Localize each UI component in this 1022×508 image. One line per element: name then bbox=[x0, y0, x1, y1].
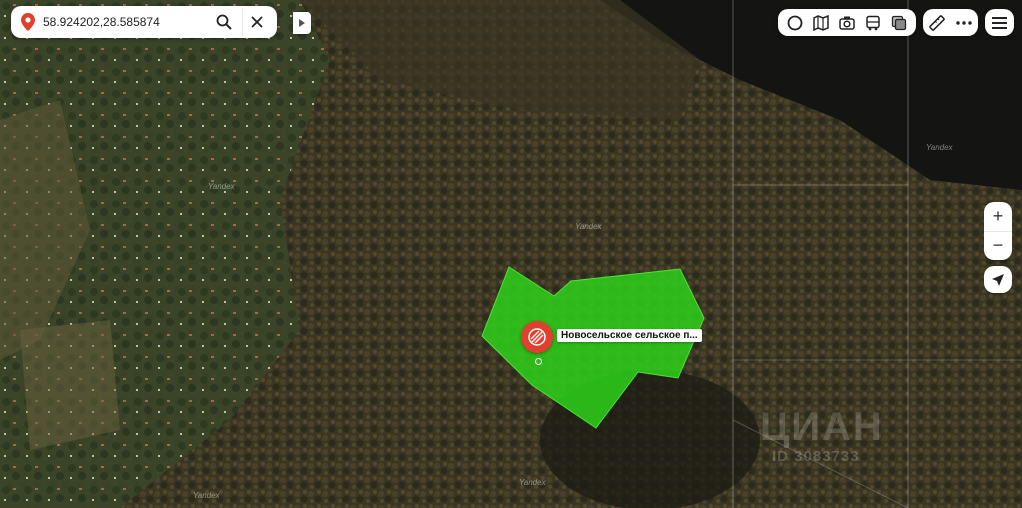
photos-button[interactable] bbox=[839, 15, 855, 31]
map-layers-toolbar bbox=[778, 9, 916, 36]
layer-copy-button[interactable] bbox=[891, 15, 907, 31]
search-bar: 58.924202,28.585874 bbox=[11, 6, 277, 38]
location-pin-icon bbox=[21, 13, 35, 31]
search-button[interactable] bbox=[210, 8, 238, 36]
hatched-area-icon bbox=[528, 328, 546, 346]
zoom-out-button[interactable]: − bbox=[984, 231, 1012, 260]
hamburger-menu-icon bbox=[992, 16, 1007, 29]
more-button[interactable] bbox=[956, 20, 972, 25]
brand-watermark: ЦИАН bbox=[760, 405, 884, 449]
camera-icon bbox=[839, 16, 855, 30]
yandex-watermark: Yandex bbox=[519, 478, 546, 487]
search-input[interactable]: 58.924202,28.585874 bbox=[43, 15, 210, 29]
collapse-panel-button[interactable] bbox=[293, 12, 311, 34]
yandex-watermark: Yandex bbox=[926, 143, 953, 152]
bus-icon bbox=[866, 15, 880, 30]
transport-button[interactable] bbox=[865, 15, 881, 31]
parcel-marker[interactable] bbox=[521, 321, 553, 353]
yandex-watermark: Yandex bbox=[575, 222, 602, 231]
copy-icon bbox=[891, 15, 907, 30]
satellite-map[interactable]: Yandex Yandex Yandex Yandex Yandex ЦИАН … bbox=[0, 0, 1022, 508]
close-icon bbox=[251, 16, 263, 28]
navigation-arrow-icon bbox=[992, 273, 1004, 286]
ruler-icon bbox=[928, 14, 945, 31]
marker-anchor-dot bbox=[535, 358, 542, 365]
ruler-button[interactable] bbox=[928, 14, 945, 31]
panorama-icon bbox=[787, 15, 803, 30]
marker-label[interactable]: Новосельское сельское п... bbox=[557, 329, 702, 342]
zoom-in-button[interactable]: + bbox=[984, 202, 1012, 232]
panorama-button[interactable] bbox=[787, 15, 803, 31]
geolocation-button[interactable] bbox=[984, 266, 1012, 293]
clear-button[interactable] bbox=[242, 8, 271, 36]
map-layers-button[interactable] bbox=[813, 14, 829, 31]
menu-button[interactable] bbox=[985, 9, 1014, 36]
yandex-watermark: Yandex bbox=[208, 182, 235, 191]
zoom-controls: + − bbox=[984, 202, 1012, 260]
more-icon bbox=[956, 20, 972, 25]
brand-watermark-id: ID 3083733 bbox=[772, 448, 860, 465]
yandex-watermark: Yandex bbox=[193, 491, 220, 500]
chevron-right-icon bbox=[299, 19, 305, 27]
map-layers-icon bbox=[813, 14, 829, 31]
tools-toolbar bbox=[923, 9, 978, 36]
search-icon bbox=[216, 14, 232, 30]
